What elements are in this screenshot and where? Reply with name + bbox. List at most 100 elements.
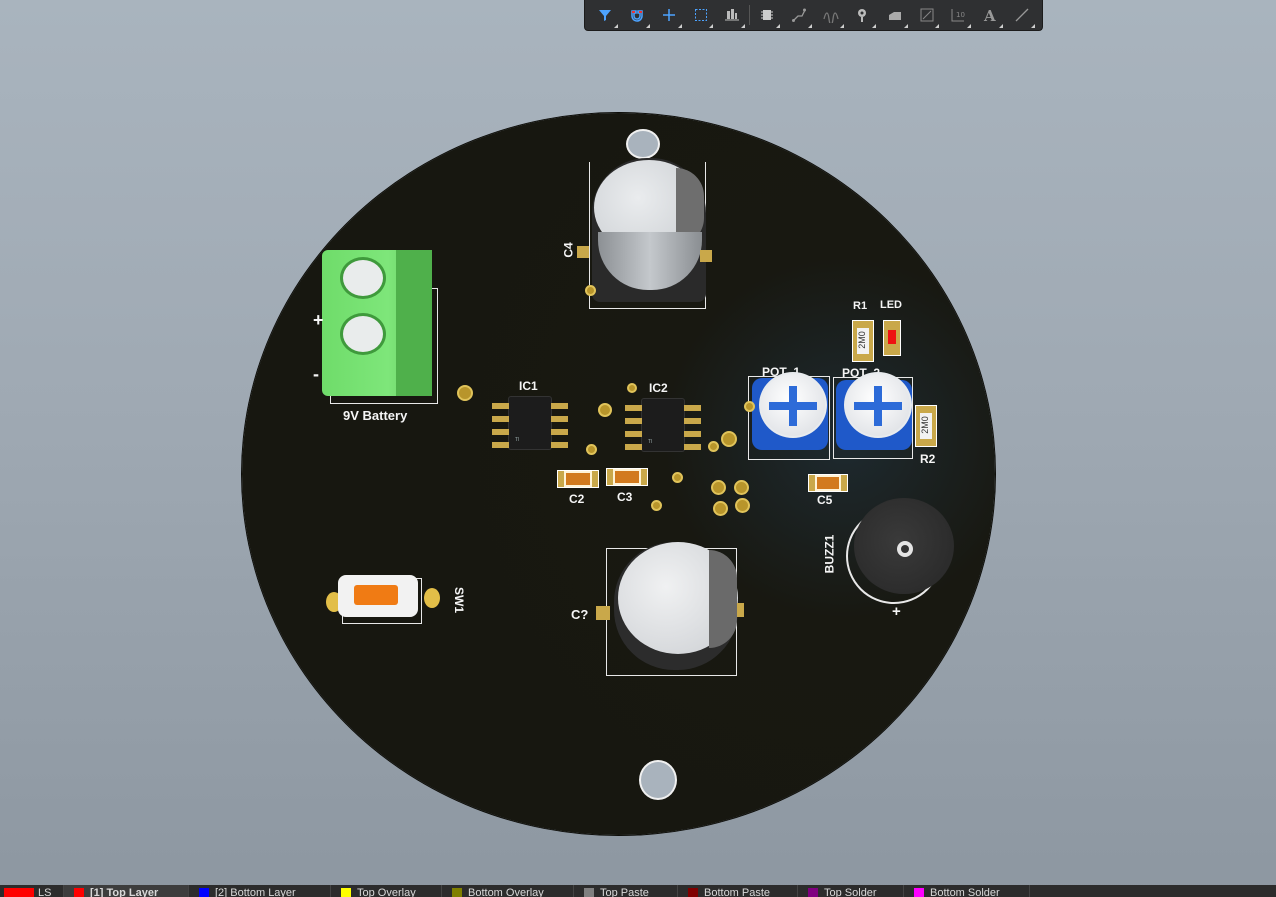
layer-color-swatch <box>914 888 924 897</box>
layer-color-swatch <box>688 888 698 897</box>
ic1-chip[interactable]: TI <box>509 397 551 449</box>
r2-resistor[interactable]: 2M0 <box>915 405 937 447</box>
c3-capacitor[interactable] <box>606 468 648 486</box>
layer-color-swatch <box>584 888 594 897</box>
text-icon[interactable]: A <box>974 0 1006 31</box>
magnet-icon[interactable] <box>621 0 653 31</box>
layer-color-swatch <box>341 888 351 897</box>
cq-polarity-band <box>709 550 737 648</box>
filter-icon[interactable] <box>589 0 621 31</box>
r1-marking: 2M0 <box>856 331 867 349</box>
align-icon[interactable] <box>716 0 748 31</box>
ic1-label: IC1 <box>519 379 538 393</box>
component-icon[interactable] <box>751 0 783 31</box>
pot2-knob[interactable] <box>844 372 912 438</box>
sw1-pin <box>424 588 440 608</box>
route-icon[interactable] <box>783 0 815 31</box>
via <box>711 480 726 495</box>
layer-tab[interactable]: LS <box>0 885 64 897</box>
layer-tab-label: Top Paste <box>600 887 649 897</box>
layer-tab-label: LS <box>38 887 52 897</box>
layer-tab[interactable]: Bottom Overlay <box>442 885 574 897</box>
crosshair-icon[interactable] <box>653 0 685 31</box>
screw-terminal-2 <box>340 313 386 355</box>
ic2-pin <box>625 431 642 437</box>
via <box>651 500 662 511</box>
layer-tab[interactable]: Top Solder <box>798 885 904 897</box>
battery-terminal-side <box>396 250 432 396</box>
buzzer-hole <box>897 541 913 557</box>
ic1-pin <box>492 403 509 409</box>
via <box>627 383 637 393</box>
via <box>735 498 750 513</box>
via <box>585 285 596 296</box>
r1-resistor[interactable]: 2M0 <box>852 320 874 362</box>
layer-tab[interactable]: Bottom Solder <box>904 885 1030 897</box>
line-icon[interactable] <box>1006 0 1038 31</box>
pcb-toolbar: 10 A <box>584 0 1043 31</box>
layer-tab-label: [1] Top Layer <box>90 887 159 897</box>
via <box>708 441 719 452</box>
via <box>598 403 612 417</box>
c2-label: C2 <box>569 492 585 506</box>
led-component[interactable] <box>883 320 901 356</box>
mounting-hole-bottom <box>639 760 677 800</box>
via <box>734 480 749 495</box>
via <box>586 444 597 455</box>
ic2-pin <box>684 418 701 424</box>
buzzer-plus-label: + <box>892 603 901 620</box>
layer-tab-label: Bottom Solder <box>930 887 1000 897</box>
sw1-button[interactable] <box>354 585 398 605</box>
ic1-pin <box>551 403 568 409</box>
r2-marking: 2M0 <box>919 416 930 434</box>
ic2-chip[interactable]: TI <box>642 399 684 451</box>
ic1-pin <box>492 442 509 448</box>
battery-label: 9V Battery <box>343 408 408 423</box>
led-label: LED <box>880 299 902 311</box>
layer-tab-label: Top Overlay <box>357 887 416 897</box>
ic2-pin <box>684 405 701 411</box>
layer-tab-label: Bottom Paste <box>704 887 771 897</box>
layer-color-swatch <box>452 888 462 897</box>
c2-capacitor[interactable] <box>557 470 599 488</box>
fill-icon[interactable] <box>879 0 911 31</box>
sw1-label: SW1 <box>452 586 467 614</box>
via <box>457 385 473 401</box>
ic1-pin <box>492 429 509 435</box>
layer-tab[interactable]: [1] Top Layer <box>64 885 189 897</box>
layer-tab[interactable]: Top Paste <box>574 885 678 897</box>
c5-capacitor[interactable] <box>808 474 848 492</box>
c4-label: C4 <box>561 242 576 258</box>
c5-label: C5 <box>817 493 833 507</box>
pot1-knob[interactable] <box>759 372 827 438</box>
ic1-pin <box>551 416 568 422</box>
ic2-pin <box>684 431 701 437</box>
ic2-pin <box>684 444 701 450</box>
select-rect-icon[interactable] <box>685 0 717 31</box>
dimension-icon[interactable]: 10 <box>942 0 974 31</box>
layer-tab-label: Top Solder <box>824 887 877 897</box>
c4-pad <box>700 250 712 262</box>
layer-color-swatch <box>4 888 34 897</box>
layer-tab-label: [2] Bottom Layer <box>215 887 296 897</box>
layer-color-swatch <box>808 888 818 897</box>
layer-tab[interactable]: Top Overlay <box>331 885 442 897</box>
layer-tab[interactable]: Bottom Paste <box>678 885 798 897</box>
cq-label: C? <box>571 607 589 622</box>
c3-label: C3 <box>617 490 633 504</box>
layer-color-swatch <box>199 888 209 897</box>
via <box>672 472 683 483</box>
layer-color-swatch <box>74 888 84 897</box>
cq-pad <box>737 603 744 617</box>
wave-icon[interactable] <box>815 0 847 31</box>
place-pad-icon[interactable] <box>847 0 879 31</box>
draw-rect-icon[interactable] <box>911 0 943 31</box>
r1-label: R1 <box>853 300 868 312</box>
r2-label: R2 <box>920 452 936 466</box>
layer-tab[interactable]: [2] Bottom Layer <box>189 885 331 897</box>
battery-minus-label: - <box>313 364 319 384</box>
ic1-pin <box>551 442 568 448</box>
via <box>721 431 737 447</box>
ic1-pin <box>551 429 568 435</box>
via <box>744 401 755 412</box>
